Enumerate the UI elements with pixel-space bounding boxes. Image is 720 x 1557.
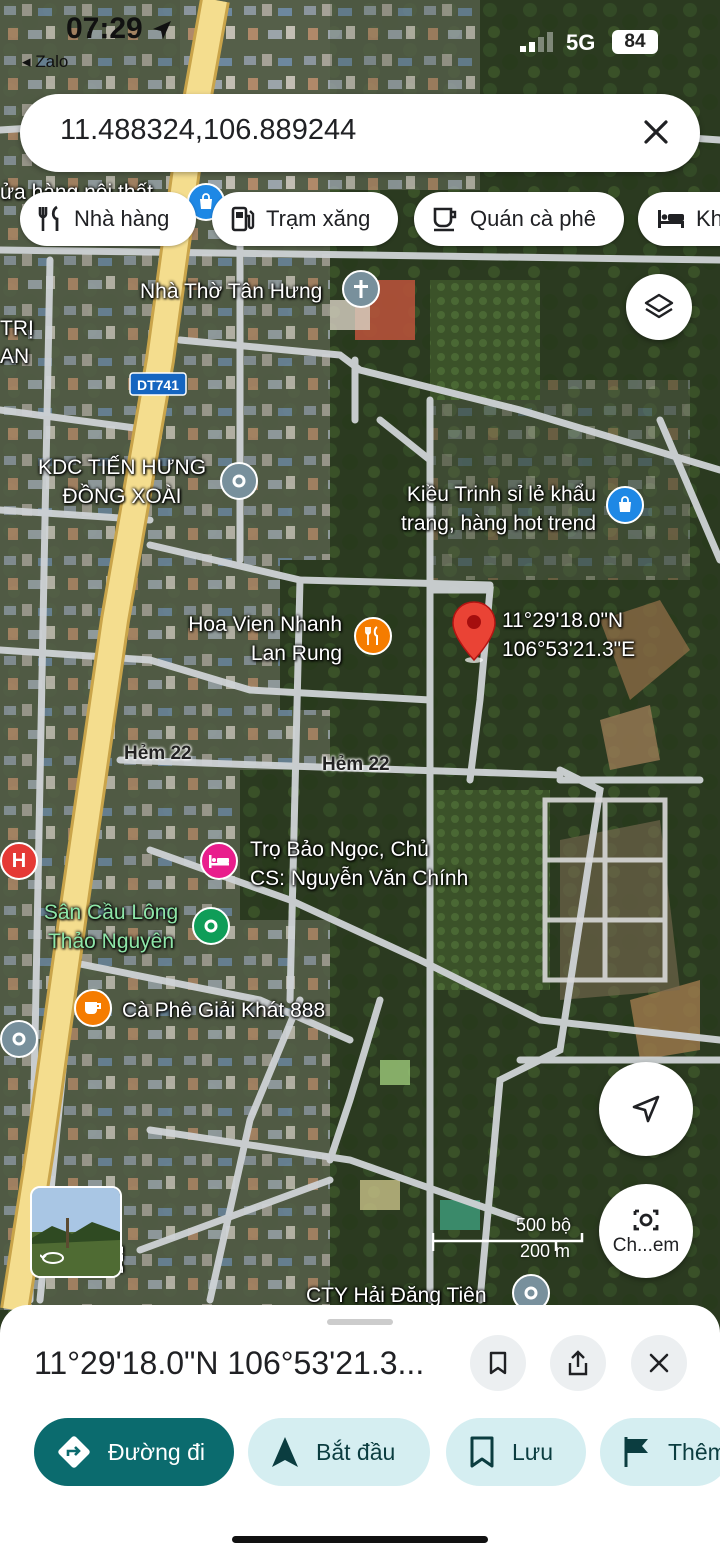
road-label-hem22-east: Hẻm 22 [322, 754, 390, 775]
street-view-thumbnail[interactable] [30, 1186, 122, 1278]
place-label-san-cau-long[interactable]: Sân Cầu Lông Thảo Nguyên [28, 898, 194, 956]
place-label-tro-line2: CS: Nguyễn Văn Chính [250, 867, 469, 890]
start-label: Bắt đầu [316, 1438, 396, 1465]
chip-label: Nhà hàng [74, 206, 170, 231]
lens-label: Ch...em [612, 1235, 680, 1256]
dropped-pin-coords: 11°29'18.0"N 106°53'21.3"E [502, 606, 635, 664]
bed-icon [658, 210, 684, 228]
share-icon [568, 1350, 588, 1376]
place-label-tro-line1: Trọ Bảo Ngọc, Chủ [250, 838, 429, 861]
search-query[interactable]: 11.488324,106.889244 [60, 114, 356, 147]
gas-pump-icon [231, 206, 255, 232]
save-label: Lưu [512, 1438, 553, 1465]
chip-label: Trạm xăng [266, 206, 371, 231]
rotate-360-icon [40, 1252, 64, 1264]
layers-button[interactable] [626, 274, 692, 340]
shopping-bag-icon[interactable] [606, 486, 644, 524]
place-label-an: AN [0, 345, 30, 368]
layers-icon [644, 293, 674, 319]
lens-button[interactable]: Ch...em [599, 1184, 693, 1278]
coffee-cup-icon [433, 207, 457, 232]
place-label-san-line1: Sân Cầu Lông [43, 901, 179, 924]
more-label: Thêm [668, 1438, 720, 1465]
place-label-hoa-line2: Lan Rung [250, 642, 342, 665]
save-button[interactable] [470, 1335, 526, 1391]
place-marker-icon[interactable] [220, 462, 258, 500]
save-list-button[interactable]: Lưu [446, 1418, 586, 1486]
coffee-cup-icon[interactable] [74, 989, 112, 1027]
location-arrow-icon [153, 21, 172, 40]
close-sheet-button[interactable] [631, 1335, 687, 1391]
route-shield-label: DT741 [137, 377, 179, 393]
place-label-san-line2: Thảo Nguyên [47, 930, 175, 953]
directions-label: Đường đi [108, 1438, 205, 1465]
bookmark-icon [470, 1436, 494, 1468]
place-marker-icon[interactable] [192, 907, 230, 945]
search-bar[interactable]: 11.488324,106.889244 [20, 94, 700, 172]
fork-knife-icon [38, 205, 59, 231]
start-button[interactable]: Bắt đầu [248, 1418, 430, 1486]
more-button[interactable]: Thêm [600, 1418, 720, 1486]
home-indicator [232, 1536, 488, 1543]
signal-icon [520, 32, 553, 52]
hospital-icon[interactable]: H [0, 842, 38, 880]
directions-button[interactable]: Đường đi [34, 1418, 234, 1486]
place-label-kieu-trinh[interactable]: Kiều Trinh sỉ lẻ khẩu trang, hàng hot tr… [370, 480, 596, 538]
place-label-kdc[interactable]: KDC TIẾN HƯNG ĐỒNG XOÀI [32, 453, 212, 511]
network-type: 5G [566, 30, 596, 55]
church-cross-icon[interactable] [342, 270, 380, 308]
dropped-pin-lng: 106°53'21.3"E [502, 638, 636, 661]
my-location-button[interactable] [599, 1062, 693, 1156]
place-label-tro-bao-ngoc[interactable]: Trọ Bảo Ngọc, Chủ CS: Nguyễn Văn Chính [250, 835, 468, 893]
place-title: 11°29'18.0"N 106°53'21.3... [34, 1345, 425, 1381]
hotel-bed-icon[interactable] [200, 842, 238, 880]
place-marker-icon[interactable] [0, 1020, 38, 1058]
place-label-tri: TRỊ [0, 317, 34, 340]
place-label-kdc-line2: ĐỒNG XOÀI [62, 485, 182, 508]
place-label-kdc-line1: KDC TIẾN HƯNG [37, 456, 207, 479]
status-time: 07:29 [66, 12, 173, 46]
restaurant-icon[interactable] [354, 617, 392, 655]
battery-indicator: 84 [612, 30, 658, 54]
status-bar: 07:29 ◂ Zalo 5G 84 [0, 0, 720, 80]
chip-label: Quán cà phê [470, 206, 596, 231]
place-label-cafe-888[interactable]: Cà Phê Giải Khát 888 [122, 996, 325, 1025]
camera-lens-icon [633, 1209, 659, 1231]
chip-gas-stations[interactable]: Trạm xăng [212, 192, 398, 246]
sheet-drag-handle[interactable] [327, 1319, 393, 1325]
start-nav-icon [272, 1437, 298, 1467]
chip-hotels[interactable]: Kh [638, 192, 720, 246]
place-bottom-sheet[interactable]: 11°29'18.0"N 106°53'21.3... Đường đi Bắt… [0, 1305, 720, 1557]
dropped-pin-lat: 11°29'18.0"N [502, 609, 624, 632]
share-button[interactable] [550, 1335, 606, 1391]
bookmark-icon [489, 1351, 507, 1375]
map-scale: 500 bộ 200 m [432, 1215, 584, 1265]
chip-restaurants[interactable]: Nhà hàng [20, 192, 196, 246]
flag-icon [624, 1437, 648, 1467]
status-time-text: 07:29 [66, 12, 143, 45]
category-chips: Nhà hàng Trạm xăng Quán cà phê Kh [20, 192, 720, 246]
chip-cafes[interactable]: Quán cà phê [414, 192, 624, 246]
close-icon [649, 1353, 669, 1373]
place-label-hoa-vien[interactable]: Hoa Vien Nhanh Lan Rung [172, 610, 342, 668]
back-to-app-link[interactable]: ◂ Zalo [22, 52, 68, 72]
dropped-pin-icon[interactable] [451, 600, 497, 664]
navigation-arrow-icon [632, 1095, 660, 1123]
road-label-hem22-west: Hẻm 22 [124, 743, 192, 764]
place-label-kieu-line2: trang, hàng hot trend [401, 512, 596, 535]
hospital-letter: H [11, 849, 27, 872]
place-label-church[interactable]: Nhà Thờ Tân Hưng [140, 277, 322, 306]
clear-search-icon[interactable] [636, 112, 676, 152]
directions-icon [58, 1436, 90, 1468]
place-label-kieu-line1: Kiều Trinh sỉ lẻ khẩu [406, 483, 596, 506]
place-label-hoa-line1: Hoa Vien Nhanh [188, 613, 342, 636]
chip-label: Kh [696, 206, 720, 231]
